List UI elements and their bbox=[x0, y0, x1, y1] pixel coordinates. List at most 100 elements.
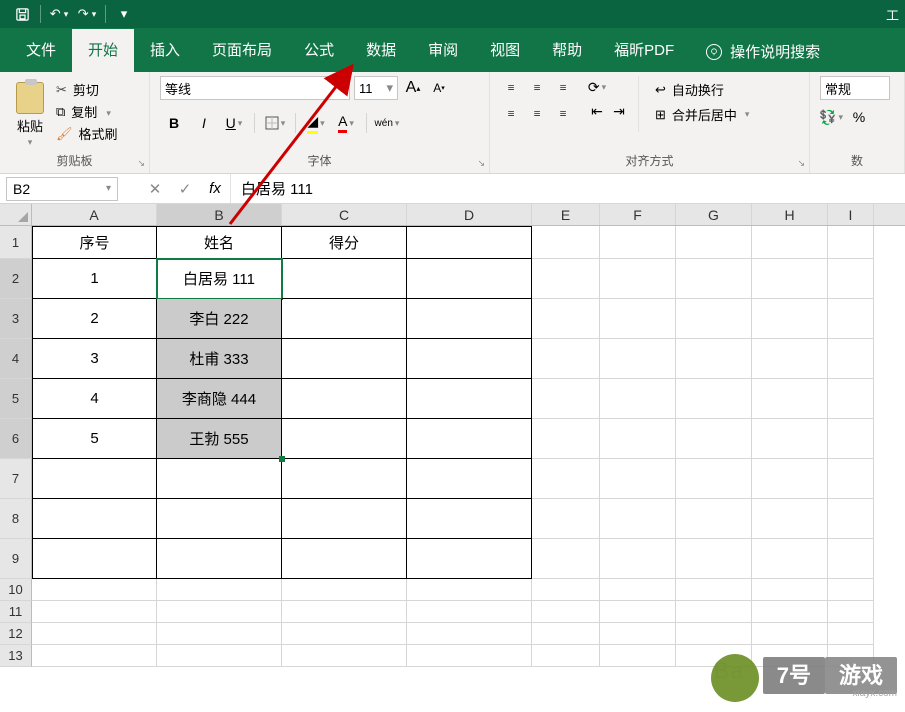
cell[interactable] bbox=[600, 379, 676, 419]
cell[interactable] bbox=[752, 499, 828, 539]
cell[interactable] bbox=[752, 379, 828, 419]
align-left-button[interactable]: ≡ bbox=[500, 102, 522, 124]
cell[interactable] bbox=[828, 299, 874, 339]
shrink-font-button[interactable]: A▾ bbox=[428, 77, 450, 99]
accounting-format-button[interactable]: 💱 bbox=[820, 106, 842, 128]
column-header[interactable]: I bbox=[828, 204, 874, 225]
cell[interactable] bbox=[532, 499, 600, 539]
cell[interactable] bbox=[532, 339, 600, 379]
cell[interactable] bbox=[600, 499, 676, 539]
column-header[interactable]: F bbox=[600, 204, 676, 225]
cell[interactable] bbox=[828, 459, 874, 499]
copy-button[interactable]: ⧉复制 bbox=[56, 102, 118, 121]
cell[interactable] bbox=[532, 645, 600, 667]
cell[interactable] bbox=[282, 259, 407, 299]
align-center-button[interactable]: ≡ bbox=[526, 102, 548, 124]
underline-button[interactable]: U bbox=[220, 112, 248, 134]
cell[interactable] bbox=[600, 601, 676, 623]
cell[interactable] bbox=[32, 579, 157, 601]
format-painter-button[interactable]: 🖌格式刷 bbox=[56, 124, 118, 143]
cell[interactable] bbox=[752, 623, 828, 645]
row-header[interactable]: 5 bbox=[0, 379, 32, 419]
cell[interactable] bbox=[828, 339, 874, 379]
number-format-combo[interactable]: 常规 bbox=[820, 76, 890, 100]
cell[interactable] bbox=[157, 623, 282, 645]
cell[interactable] bbox=[676, 539, 752, 579]
merge-center-button[interactable]: ⊞合并后居中 bbox=[655, 105, 749, 124]
font-color-button[interactable]: A bbox=[332, 112, 360, 134]
row-header[interactable]: 8 bbox=[0, 499, 32, 539]
cell[interactable] bbox=[752, 339, 828, 379]
wrap-text-button[interactable]: ↩自动换行 bbox=[655, 80, 749, 99]
qat-customize-button[interactable]: ▾ bbox=[110, 2, 138, 26]
column-header[interactable]: H bbox=[752, 204, 828, 225]
row-header[interactable]: 4 bbox=[0, 339, 32, 379]
cell[interactable] bbox=[32, 645, 157, 667]
cell[interactable] bbox=[752, 579, 828, 601]
cell[interactable]: 杜甫 333 bbox=[157, 339, 282, 379]
cell[interactable] bbox=[157, 579, 282, 601]
cell[interactable] bbox=[407, 419, 532, 459]
cell[interactable] bbox=[600, 539, 676, 579]
cell[interactable] bbox=[676, 623, 752, 645]
cell[interactable] bbox=[532, 539, 600, 579]
cell[interactable]: 1 bbox=[32, 259, 157, 299]
worksheet[interactable]: ABCDEFGHI1序号姓名得分21白居易 11132李白 22243杜甫 33… bbox=[0, 204, 905, 667]
cell[interactable] bbox=[676, 259, 752, 299]
tab-help[interactable]: 帮助 bbox=[536, 29, 598, 72]
cell[interactable]: 序号 bbox=[32, 226, 157, 259]
cell[interactable]: 李白 222 bbox=[157, 299, 282, 339]
italic-button[interactable]: I bbox=[190, 112, 218, 134]
row-header[interactable]: 11 bbox=[0, 601, 32, 623]
row-header[interactable]: 3 bbox=[0, 299, 32, 339]
cell[interactable] bbox=[407, 459, 532, 499]
cell[interactable] bbox=[676, 499, 752, 539]
cell[interactable] bbox=[282, 623, 407, 645]
column-header[interactable]: B bbox=[157, 204, 282, 225]
cell[interactable] bbox=[828, 259, 874, 299]
cell[interactable] bbox=[828, 601, 874, 623]
tab-formulas[interactable]: 公式 bbox=[288, 29, 350, 72]
row-header[interactable]: 6 bbox=[0, 419, 32, 459]
grow-font-button[interactable]: A▴ bbox=[402, 77, 424, 99]
cell[interactable] bbox=[407, 539, 532, 579]
cell[interactable] bbox=[407, 579, 532, 601]
cell[interactable] bbox=[32, 539, 157, 579]
cell[interactable] bbox=[828, 379, 874, 419]
font-size-combo[interactable]: 11▾ bbox=[354, 76, 398, 100]
cell[interactable] bbox=[282, 419, 407, 459]
cell[interactable] bbox=[407, 226, 532, 259]
cell[interactable] bbox=[600, 419, 676, 459]
cell[interactable] bbox=[32, 459, 157, 499]
cell[interactable] bbox=[676, 419, 752, 459]
cell[interactable] bbox=[676, 579, 752, 601]
tab-file[interactable]: 文件 bbox=[10, 29, 72, 72]
bold-button[interactable]: B bbox=[160, 112, 188, 134]
cell[interactable] bbox=[600, 226, 676, 259]
tab-insert[interactable]: 插入 bbox=[134, 29, 196, 72]
cell[interactable] bbox=[752, 459, 828, 499]
cut-button[interactable]: ✂剪切 bbox=[56, 80, 118, 99]
cell[interactable] bbox=[407, 499, 532, 539]
cell[interactable] bbox=[676, 299, 752, 339]
cell[interactable]: 得分 bbox=[282, 226, 407, 259]
cell[interactable]: 5 bbox=[32, 419, 157, 459]
cell[interactable] bbox=[157, 539, 282, 579]
cell[interactable] bbox=[600, 579, 676, 601]
cell[interactable] bbox=[676, 226, 752, 259]
row-header[interactable]: 13 bbox=[0, 645, 32, 667]
fx-icon[interactable]: fx bbox=[200, 180, 230, 197]
cell[interactable] bbox=[532, 299, 600, 339]
cell[interactable] bbox=[407, 299, 532, 339]
tab-view[interactable]: 视图 bbox=[474, 29, 536, 72]
cell[interactable]: 3 bbox=[32, 339, 157, 379]
cell[interactable] bbox=[752, 259, 828, 299]
fill-color-button[interactable]: ◢ bbox=[302, 112, 330, 134]
cell[interactable] bbox=[32, 499, 157, 539]
cell[interactable] bbox=[407, 379, 532, 419]
cell[interactable] bbox=[676, 339, 752, 379]
row-header[interactable]: 9 bbox=[0, 539, 32, 579]
cell[interactable] bbox=[752, 226, 828, 259]
decrease-indent-button[interactable]: ⇤ bbox=[586, 100, 608, 122]
row-header[interactable]: 2 bbox=[0, 259, 32, 299]
